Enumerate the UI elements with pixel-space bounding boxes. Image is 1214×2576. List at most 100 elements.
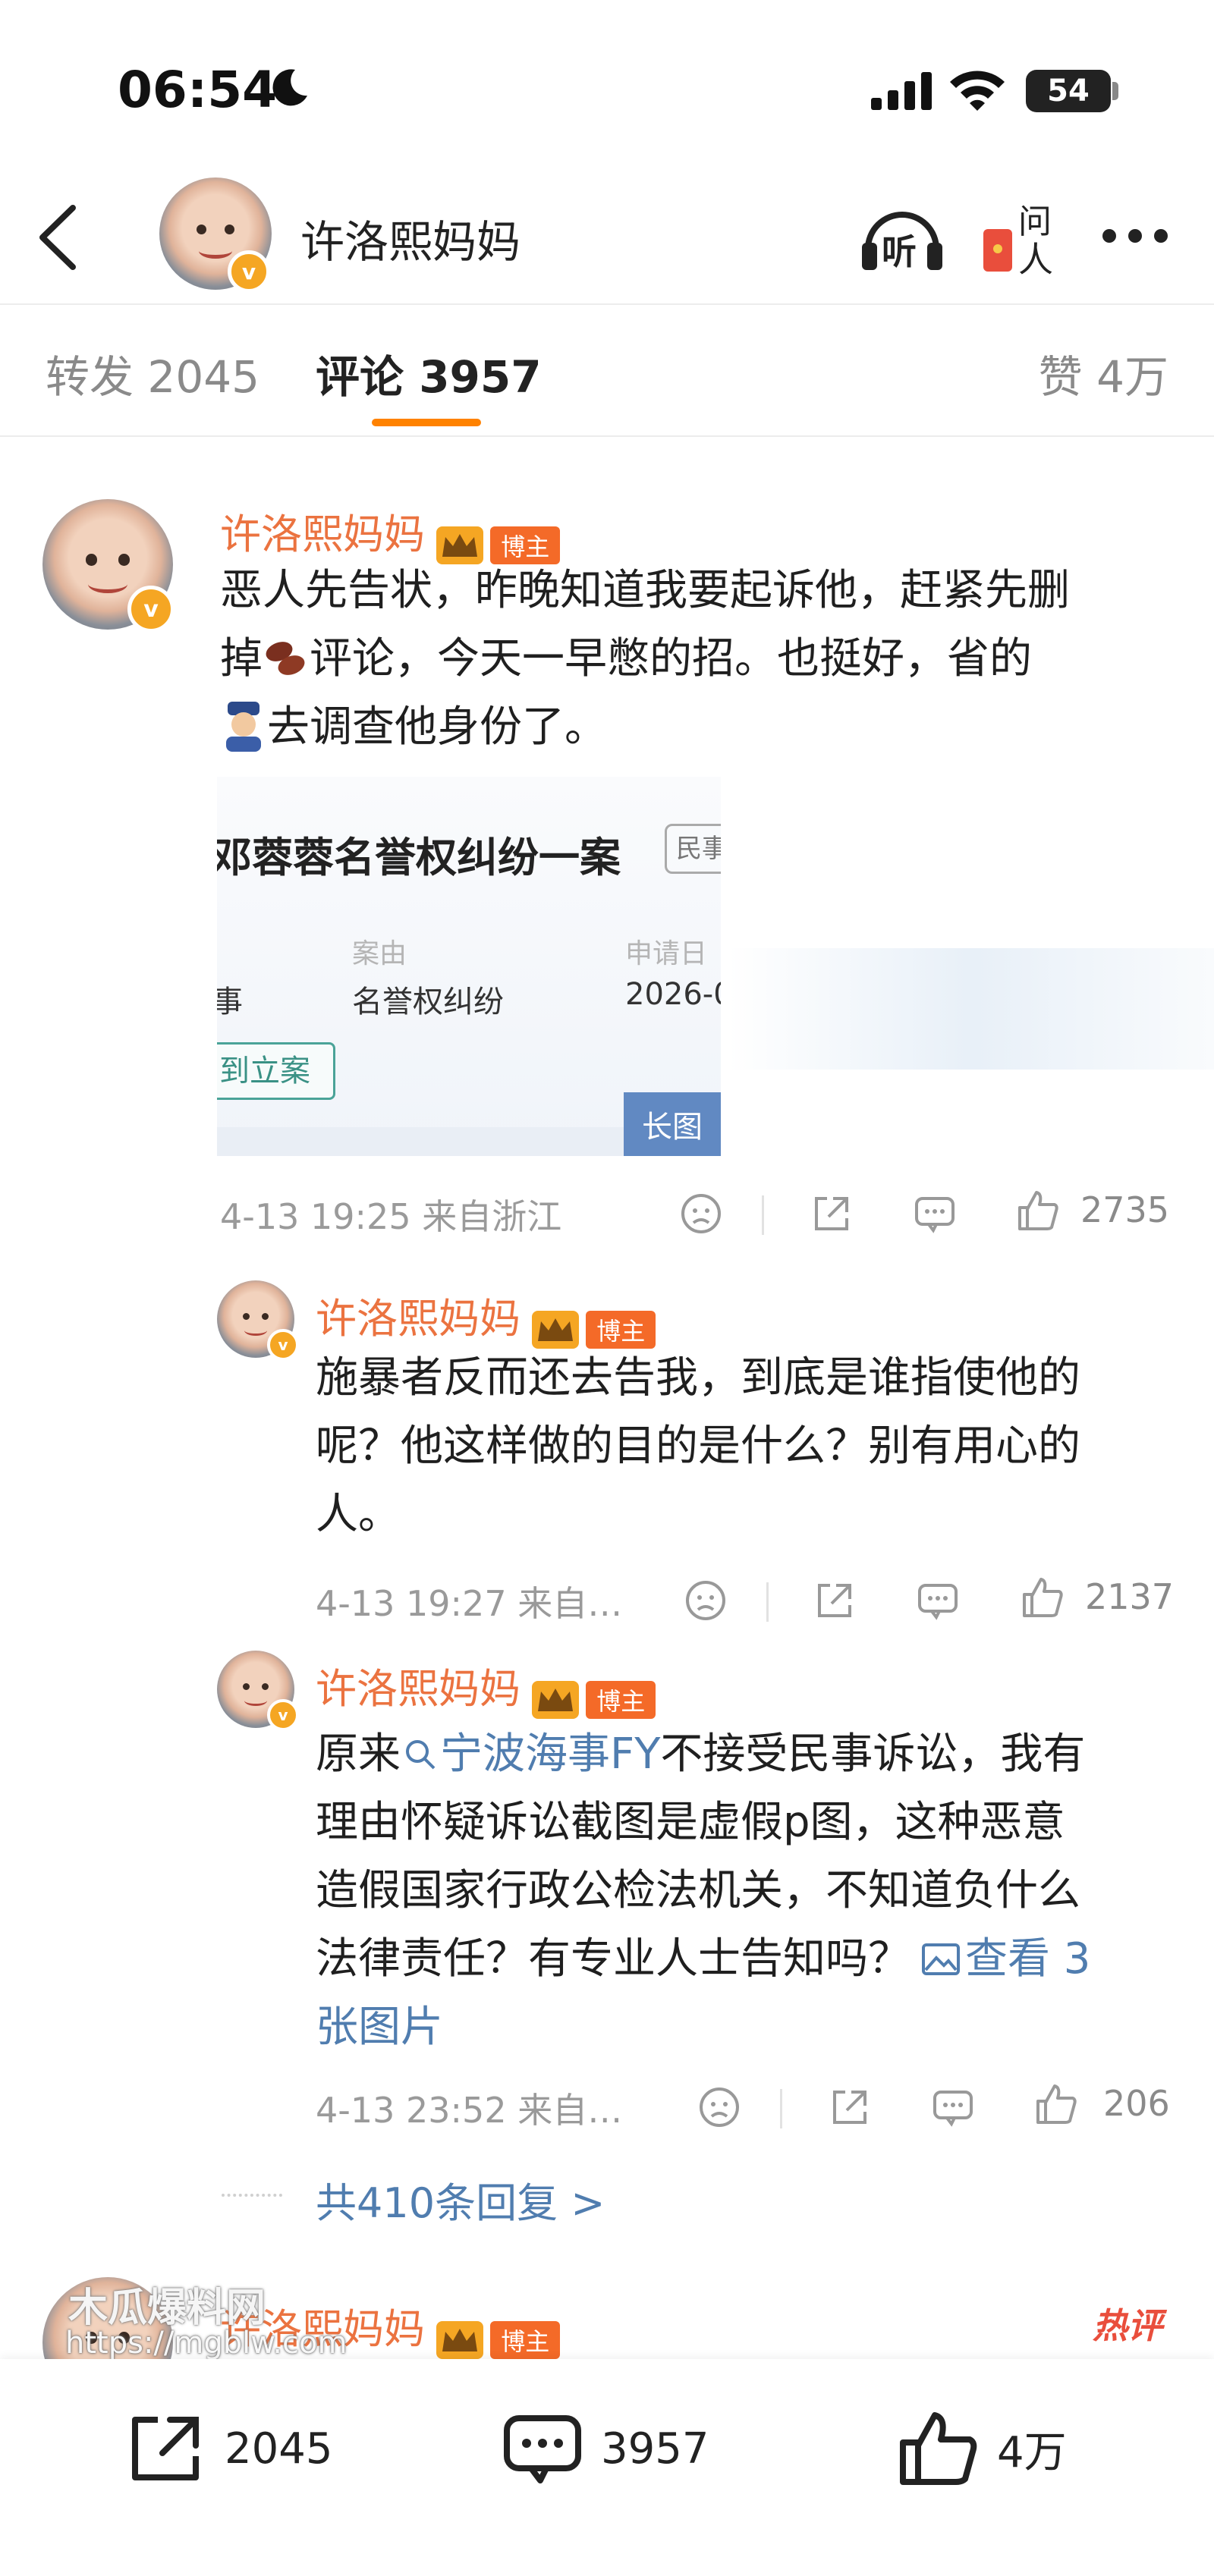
verified-badge-icon: v [267, 1329, 299, 1361]
comment-text-line: 去调查他身份了。 [220, 693, 1184, 762]
reply-text-line: 原来 宁波海事FY不接受民事诉讼，我有 [316, 1720, 1196, 1789]
reply-meta: 4-13 23:52 来自… [316, 2090, 623, 2131]
reply-text-segment: 原来 [316, 1729, 401, 1779]
like-thumb-icon[interactable] [1017, 1189, 1059, 1232]
more-options-icon[interactable] [1099, 225, 1172, 247]
search-icon [406, 1740, 436, 1770]
dotted-connector [222, 2194, 282, 2197]
reply-text-line: 人。 [316, 1490, 401, 1539]
comment-text-line: 掉评论，今天一早憋的招。也挺好，省的 [220, 625, 1184, 693]
image-prefix-value: 事 [217, 985, 243, 1019]
comment-bubble-icon [504, 2415, 581, 2483]
like-count: 2137 [1085, 1576, 1175, 1617]
action-separator [766, 1582, 769, 1622]
action-separator [780, 2089, 782, 2128]
active-tab-indicator [372, 419, 481, 426]
dislike-face-icon[interactable] [698, 2086, 741, 2128]
listen-label: 听 [882, 231, 917, 272]
image-label-date: 申请日 [625, 938, 708, 969]
image-value-date: 2026-0 [625, 977, 721, 1012]
crown-icon [532, 1310, 580, 1349]
like-count: 206 [1103, 2083, 1170, 2124]
reply-text-line: 造假国家行政公检法机关，不知道负什么 [316, 1866, 1080, 1915]
bottom-comment-count: 3957 [601, 2424, 709, 2474]
police-officer-emoji-icon [226, 702, 261, 752]
listen-headphones-icon[interactable]: 听 [857, 199, 947, 275]
dislike-face-icon[interactable] [684, 1579, 727, 1622]
wifi-icon [950, 71, 1005, 111]
comment-bubble-icon[interactable] [917, 1579, 959, 1622]
bottom-repost-count: 2045 [225, 2424, 333, 2474]
bottom-comment-button[interactable]: 3957 [501, 2411, 709, 2486]
share-icon [132, 2417, 199, 2480]
view-images-link[interactable]: 查看 3 [910, 1934, 1090, 1984]
status-time: 06:54 [118, 61, 278, 119]
comment-bubble-icon[interactable] [932, 2086, 974, 2128]
reply-username[interactable]: 许洛熙妈妈 [316, 1295, 521, 1343]
beans-emoji-icon [266, 642, 305, 675]
bottom-repost-button[interactable]: 2045 [124, 2411, 333, 2486]
comment-text-segment: 掉 [220, 634, 263, 683]
action-separator [762, 1195, 764, 1235]
like-thumb-icon[interactable] [1035, 2083, 1077, 2125]
image-case-title: 邓蓉蓉名誉权纠纷一案 [217, 834, 621, 881]
ask-red-envelope-icon[interactable]: 问 人 [983, 194, 1067, 280]
like-thumb-icon[interactable] [1021, 1576, 1064, 1619]
topic-link[interactable]: 宁波海事FY [401, 1729, 660, 1779]
share-icon[interactable] [810, 1192, 853, 1235]
dislike-face-icon[interactable] [680, 1192, 722, 1235]
image-label-cause: 案由 [352, 938, 407, 969]
share-icon[interactable] [829, 2086, 871, 2128]
comment-header: 许洛熙妈妈 博主 [220, 501, 561, 564]
image-blur-overlay [728, 948, 1214, 1070]
view-images-continued[interactable]: 张图片 [316, 1993, 1196, 2062]
tab-comment[interactable]: 评论 3957 [316, 341, 542, 405]
share-icon[interactable] [813, 1579, 856, 1622]
watermark-url: https://mgblw.com [65, 2326, 348, 2361]
reply-text-line: 施暴者反而还去告我，到底是谁指使他的 [316, 1353, 1080, 1403]
watermark-title: 木瓜爆料网 [68, 2285, 266, 2331]
reply-text: 原来 宁波海事FY不接受民事诉讼，我有 理由怀疑诉讼截图是虚假p图，这种恶意 造假… [316, 1720, 1196, 2062]
image-value-cause: 名誉权纠纷 [352, 985, 504, 1019]
comment-username[interactable]: 许洛熙妈妈 [220, 510, 425, 558]
reply-text-segment: 不接受民事诉讼，我有 [660, 1729, 1086, 1779]
header-divider [0, 303, 1214, 305]
hot-comment-tag: 热评 [1093, 2305, 1162, 2346]
comment-text: 恶人先告状，昨晚知道我要起诉他，赶紧先删 掉评论，今天一早憋的招。也挺好，省的 … [220, 557, 1184, 762]
tabs-divider [0, 435, 1214, 437]
blogger-badge: 博主 [586, 1680, 656, 1719]
image-case-button: 到立案 [217, 1042, 335, 1100]
reply-header: 许洛熙妈妈 博主 [316, 1285, 656, 1349]
crown-icon [436, 2320, 484, 2359]
cellular-signal-icon [871, 72, 932, 110]
verified-badge-icon: v [267, 1699, 299, 1731]
long-image-badge: 长图 [624, 1092, 721, 1156]
reply-meta: 4-13 19:27 来自… [316, 1583, 623, 1624]
tab-like[interactable]: 赞 4万 [1039, 341, 1168, 405]
comment-text-line: 恶人先告状，昨晚知道我要起诉他，赶紧先删 [220, 566, 1070, 615]
reply-header: 许洛熙妈妈 博主 [316, 1655, 656, 1719]
ask-label-bottom: 人 [1018, 239, 1053, 280]
reply-text-line: 呢？他这样做的目的是什么？别有用心的 [316, 1422, 1080, 1471]
reply-text-line: 理由怀疑诉讼截图是虚假p图，这种恶意 [316, 1798, 1065, 1847]
image-case-tag: 民事 [665, 824, 721, 874]
comment-meta: 4-13 19:25 来自浙江 [220, 1196, 562, 1237]
back-chevron-icon[interactable] [36, 203, 79, 272]
reply-text: 施暴者反而还去告我，到底是谁指使他的 呢？他这样做的目的是什么？别有用心的 人。 [316, 1344, 1188, 1549]
more-replies-link[interactable]: 共410条回复 > [316, 2169, 605, 2229]
view-images-text: 查看 3 [965, 1934, 1091, 1984]
do-not-disturb-moon-icon [272, 69, 307, 106]
header-username[interactable]: 许洛熙妈妈 [300, 206, 521, 270]
tab-repost[interactable]: 转发 2045 [46, 341, 259, 405]
battery-tip [1112, 82, 1118, 100]
reply-text-segment: 法律责任？有专业人士告知吗？ [316, 1934, 910, 1984]
like-thumb-icon [900, 2412, 977, 2485]
bottom-like-button[interactable]: 4万 [897, 2411, 1067, 2486]
verified-badge-icon: v [127, 586, 175, 633]
image-icon [922, 1943, 960, 1975]
comment-text-segment: 评论，今天一早憋的招。也挺好，省的 [310, 634, 1032, 683]
bottom-like-count: 4万 [997, 2427, 1067, 2477]
reply-text-line: 法律责任？有专业人士告知吗？ 查看 3 [316, 1925, 1196, 1993]
comment-bubble-icon[interactable] [914, 1192, 956, 1235]
reply-username[interactable]: 许洛熙妈妈 [316, 1665, 521, 1713]
